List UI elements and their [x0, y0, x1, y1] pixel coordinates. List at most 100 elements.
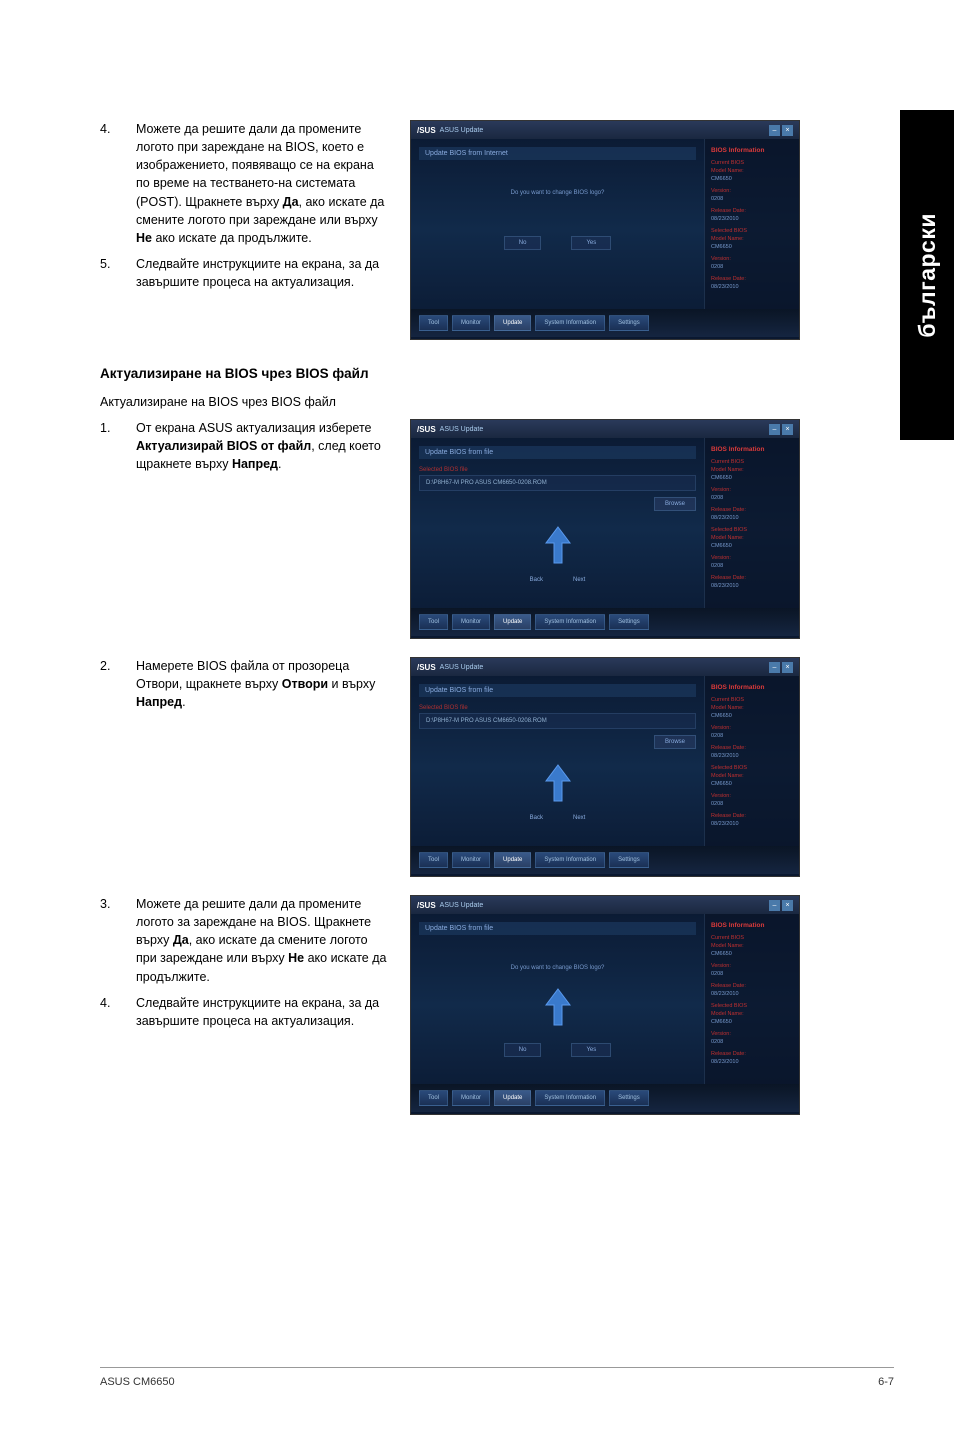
window-body: Update BIOS from file Selected BIOS file…: [411, 676, 799, 846]
sidebar-value: CM6650: [711, 475, 793, 481]
section2-heading: Актуализиране на BIOS чрез BIOS файл: [100, 366, 800, 381]
list-item: 5. Следвайте инструкциите на екрана, за …: [100, 255, 390, 291]
main-panel: Update BIOS from Internet Do you want to…: [411, 139, 704, 309]
step-text: Следвайте инструкциите на екрана, за да …: [136, 994, 390, 1030]
sidebar-label: Model Name:: [711, 943, 793, 949]
language-side-tab: български: [900, 110, 954, 440]
minimize-icon[interactable]: –: [769, 662, 780, 673]
sidebar-label: Selected BIOS: [711, 765, 793, 771]
sidebar-value: 0208: [711, 264, 793, 270]
window-buttons: – ×: [769, 125, 793, 136]
nav-monitor[interactable]: Monitor: [452, 614, 490, 630]
section1-row: 4. Можете да решите дали да промените ло…: [100, 120, 800, 340]
sidebar-value: 08/23/2010: [711, 753, 793, 759]
window-title: ASUS Update: [440, 902, 769, 909]
minimize-icon[interactable]: –: [769, 900, 780, 911]
list-item: 4. Следвайте инструкциите на екрана, за …: [100, 994, 390, 1030]
step-number: 4.: [100, 120, 136, 247]
minimize-icon[interactable]: –: [769, 125, 780, 136]
screenshot-1: /SUS ASUS Update – × Update BIOS from In…: [410, 120, 800, 340]
nav-update[interactable]: Update: [494, 315, 531, 331]
sidebar-label: Current BIOS: [711, 459, 793, 465]
nav-update[interactable]: Update: [494, 1090, 531, 1106]
no-button[interactable]: No: [504, 1043, 542, 1057]
close-icon[interactable]: ×: [782, 900, 793, 911]
file-path: D:\P8H67-M PRO ASUS CM6650-0208.ROM: [419, 475, 696, 491]
close-icon[interactable]: ×: [782, 125, 793, 136]
nav-monitor[interactable]: Monitor: [452, 1090, 490, 1106]
screenshot-3: /SUS ASUS Update – × Update BIOS from fi…: [410, 657, 800, 877]
window-title: ASUS Update: [440, 127, 769, 134]
step-text: От екрана ASUS актуализация изберете Акт…: [136, 419, 390, 473]
step-number: 5.: [100, 255, 136, 291]
step-number: 2.: [100, 657, 136, 711]
section1-text: 4. Можете да решите дали да промените ло…: [100, 120, 390, 299]
nav-system[interactable]: System Information: [535, 1090, 605, 1106]
page-content: 4. Можете да решите дали да промените ло…: [0, 0, 860, 1115]
main-panel: Update BIOS from file Selected BIOS file…: [411, 438, 704, 608]
nav-monitor[interactable]: Monitor: [452, 852, 490, 868]
nav-settings[interactable]: Settings: [609, 614, 649, 630]
nav-system[interactable]: System Information: [535, 852, 605, 868]
sidebar-label: Model Name:: [711, 236, 793, 242]
next-button[interactable]: Next: [573, 815, 585, 821]
yes-button[interactable]: Yes: [571, 1043, 611, 1057]
sidebar-value: 0208: [711, 733, 793, 739]
back-button[interactable]: Back: [530, 577, 543, 583]
sidebar-label: Release Date:: [711, 208, 793, 214]
nav-settings[interactable]: Settings: [609, 852, 649, 868]
upload-arrow-icon: [534, 983, 582, 1031]
window-title: ASUS Update: [440, 664, 769, 671]
browse-button[interactable]: Browse: [654, 497, 696, 511]
sidebar-value: 0208: [711, 1039, 793, 1045]
step-text: Следвайте инструкциите на екрана, за да …: [136, 255, 390, 291]
yes-button[interactable]: Yes: [571, 236, 611, 250]
sidebar-label: Selected BIOS: [711, 228, 793, 234]
sidebar-value: 0208: [711, 495, 793, 501]
nav-tool[interactable]: Tool: [419, 614, 448, 630]
step-number: 3.: [100, 895, 136, 986]
sidebar-label: Model Name:: [711, 168, 793, 174]
sidebar-label: Version:: [711, 1031, 793, 1037]
step-number: 4.: [100, 994, 136, 1030]
close-icon[interactable]: ×: [782, 662, 793, 673]
panel-subtitle: Update BIOS from file: [419, 684, 696, 697]
sidebar-value: 08/23/2010: [711, 1059, 793, 1065]
nav-update[interactable]: Update: [494, 614, 531, 630]
nav-settings[interactable]: Settings: [609, 1090, 649, 1106]
nav-monitor[interactable]: Monitor: [452, 315, 490, 331]
nav-tool[interactable]: Tool: [419, 852, 448, 868]
nav-update[interactable]: Update: [494, 852, 531, 868]
sidebar-header: BIOS Information: [711, 446, 793, 453]
sidebar-header: BIOS Information: [711, 684, 793, 691]
nav-tool[interactable]: Tool: [419, 1090, 448, 1106]
sidebar-label: Version:: [711, 256, 793, 262]
next-button[interactable]: Next: [573, 577, 585, 583]
nav-system[interactable]: System Information: [535, 614, 605, 630]
sidebar-label: Selected BIOS: [711, 1003, 793, 1009]
asus-logo: /SUS: [417, 425, 436, 434]
step1-row: 1. От екрана ASUS актуализация изберете …: [100, 419, 800, 639]
screenshot-1-col: /SUS ASUS Update – × Update BIOS from In…: [410, 120, 800, 340]
sidebar-value: CM6650: [711, 176, 793, 182]
back-button[interactable]: Back: [530, 815, 543, 821]
sidebar-label: Current BIOS: [711, 697, 793, 703]
prompt-text: Do you want to change BIOS logo?: [419, 965, 696, 971]
close-icon[interactable]: ×: [782, 424, 793, 435]
sidebar-value: CM6650: [711, 543, 793, 549]
sidebar-value: CM6650: [711, 951, 793, 957]
list-item: 2. Намерете BIOS файла от прозореца Отво…: [100, 657, 390, 711]
nav-tool[interactable]: Tool: [419, 315, 448, 331]
window-buttons: – ×: [769, 662, 793, 673]
no-button[interactable]: No: [504, 236, 542, 250]
step-number: 1.: [100, 419, 136, 473]
minimize-icon[interactable]: –: [769, 424, 780, 435]
nav-settings[interactable]: Settings: [609, 315, 649, 331]
nav-system[interactable]: System Information: [535, 315, 605, 331]
asus-logo: /SUS: [417, 126, 436, 135]
browse-button[interactable]: Browse: [654, 735, 696, 749]
file-path: D:\P8H67-M PRO ASUS CM6650-0208.ROM: [419, 713, 696, 729]
sidebar-value: 08/23/2010: [711, 991, 793, 997]
info-sidebar: BIOS Information Current BIOS Model Name…: [704, 914, 799, 1084]
window-titlebar: /SUS ASUS Update – ×: [411, 121, 799, 139]
